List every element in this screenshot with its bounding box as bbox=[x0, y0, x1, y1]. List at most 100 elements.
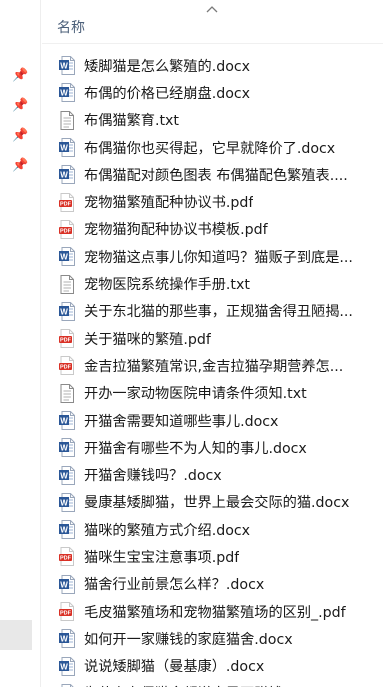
word-document-icon: W bbox=[59, 465, 75, 485]
file-row[interactable]: W 布偶猫你也买得起，它早就降价了.docx bbox=[42, 134, 383, 161]
file-row[interactable]: W 关于东北猫的那些事，正规猫舍得丑陋揭... bbox=[42, 298, 383, 325]
file-row[interactable]: W 开猫舍赚钱吗？.docx bbox=[42, 461, 383, 488]
svg-text:PDF: PDF bbox=[60, 201, 72, 207]
svg-text:W: W bbox=[60, 416, 68, 425]
file-name: 宠物猫这点事儿你知道吗？猫贩子到底是... bbox=[84, 249, 353, 266]
word-document-icon: W bbox=[59, 138, 75, 158]
word-document-icon: W bbox=[59, 411, 75, 430]
pdf-document-icon: PDF bbox=[59, 356, 75, 376]
file-name: 布偶的价格已经崩盘.docx bbox=[84, 85, 251, 102]
svg-text:W: W bbox=[60, 307, 68, 316]
svg-text:PDF: PDF bbox=[60, 365, 72, 371]
scrollbar-thumb[interactable] bbox=[0, 620, 32, 650]
svg-text:W: W bbox=[60, 444, 68, 453]
file-row[interactable]: PDF 金吉拉猫繁殖常识,金吉拉猫孕期营养怎... bbox=[42, 352, 383, 379]
word-document-icon: W bbox=[59, 247, 75, 267]
pin-icon[interactable]: 📌 bbox=[12, 128, 28, 144]
file-name: 猫舍行业前景怎么样？.docx bbox=[84, 577, 265, 594]
svg-text:W: W bbox=[60, 253, 68, 262]
file-name: 布偶猫繁育.txt bbox=[84, 113, 179, 130]
file-name: 曼康基矮脚猫，世界上最会交际的猫.docx bbox=[84, 495, 350, 512]
file-name: 关于猫咪的繁殖.pdf bbox=[84, 331, 211, 348]
word-document-icon: W bbox=[59, 56, 75, 76]
file-row[interactable]: W 开猫舍有哪些不为人知的事儿.docx bbox=[42, 434, 383, 461]
svg-text:PDF: PDF bbox=[60, 338, 72, 344]
word-document-icon: W bbox=[59, 83, 75, 103]
file-name: 金吉拉猫繁殖常识,金吉拉猫孕期营养怎... bbox=[84, 358, 344, 375]
file-row[interactable]: W 说说矮脚猫（曼基康）.docx bbox=[42, 653, 383, 680]
file-name: 宠物医院系统操作手册.txt bbox=[84, 277, 250, 294]
file-row[interactable]: PDF 关于猫咪的繁殖.pdf bbox=[42, 325, 383, 352]
file-name: 开猫舍赚钱吗？.docx bbox=[84, 468, 222, 485]
file-name: 宠物猫狗配种协议书模板.pdf bbox=[84, 222, 268, 239]
pdf-document-icon: PDF bbox=[59, 192, 75, 212]
svg-text:W: W bbox=[60, 525, 68, 534]
file-row[interactable]: 布偶猫繁育.txt bbox=[42, 107, 383, 134]
file-name: 关于东北猫的那些事，正规猫舍得丑陋揭... bbox=[84, 304, 353, 321]
file-row[interactable]: PDF 宠物猫狗配种协议书模板.pdf bbox=[42, 216, 383, 243]
svg-text:W: W bbox=[60, 662, 68, 671]
word-document-icon: W bbox=[59, 629, 75, 649]
file-row[interactable]: W 曼康基矮脚猫，世界上最会交际的猫.docx bbox=[42, 489, 383, 516]
file-name: 开猫舍有哪些不为人知的事儿.docx bbox=[84, 440, 307, 457]
svg-text:W: W bbox=[60, 171, 68, 180]
word-document-icon: W bbox=[59, 574, 75, 594]
svg-text:PDF: PDF bbox=[60, 556, 72, 562]
file-row[interactable]: 开办一家动物医院申请条件须知.txt bbox=[42, 380, 383, 407]
file-name: 猫咪生宝宝注意事项.pdf bbox=[84, 549, 240, 566]
file-name: 如何开一家赚钱的家庭猫舍.docx bbox=[84, 631, 293, 648]
file-row[interactable]: W 猫咪的繁殖方式介绍.docx bbox=[42, 516, 383, 543]
file-name: 布偶猫配对颜色图表 布偶猫配色繁殖表.... bbox=[84, 167, 348, 184]
svg-text:PDF: PDF bbox=[60, 611, 72, 617]
svg-text:W: W bbox=[60, 89, 68, 98]
name-column-header[interactable]: 名称 bbox=[57, 17, 85, 37]
file-row[interactable]: W 如何开一家赚钱的家庭猫舍.docx bbox=[42, 625, 383, 652]
svg-text:W: W bbox=[60, 580, 68, 589]
file-name: 宠物猫繁殖配种协议书.pdf bbox=[84, 195, 254, 212]
text-document-icon bbox=[59, 110, 75, 130]
file-row[interactable]: W为什么布偶猫舍都说自己不赚钱？.docx bbox=[42, 680, 383, 687]
file-row[interactable]: W 矮脚猫是怎么繁殖的.docx bbox=[42, 52, 383, 79]
file-row[interactable]: W 猫舍行业前景怎么样？.docx bbox=[42, 571, 383, 598]
pdf-document-icon: PDF bbox=[59, 219, 75, 239]
pin-icon[interactable]: 📌 bbox=[12, 68, 28, 84]
file-row[interactable]: W 布偶猫配对颜色图表 布偶猫配色繁殖表.... bbox=[42, 161, 383, 188]
word-document-icon: W bbox=[59, 492, 75, 512]
file-name: 矮脚猫是怎么繁殖的.docx bbox=[84, 58, 251, 75]
svg-text:W: W bbox=[60, 143, 68, 152]
text-document-icon bbox=[59, 383, 75, 403]
svg-text:W: W bbox=[60, 635, 68, 644]
file-list: W 矮脚猫是怎么繁殖的.docx W 布偶的价格已经崩盘.docx 布偶猫繁育.txt W… bbox=[42, 52, 383, 687]
column-header: 名称 bbox=[42, 0, 383, 44]
file-row[interactable]: PDF 宠物猫繁殖配种协议书.pdf bbox=[42, 188, 383, 215]
pin-icon[interactable]: 📌 bbox=[12, 98, 28, 114]
file-name: 毛皮猫繁殖场和宠物猫繁殖场的区别_.pdf bbox=[84, 604, 346, 621]
svg-text:W: W bbox=[60, 61, 68, 70]
text-document-icon bbox=[59, 274, 75, 294]
word-document-icon: W bbox=[59, 301, 75, 321]
file-row[interactable]: 宠物医院系统操作手册.txt bbox=[42, 270, 383, 297]
pin-icon[interactable]: 📌 bbox=[12, 158, 28, 174]
file-name: 开猫舍需要知道哪些事儿.docx bbox=[84, 413, 279, 430]
pdf-document-icon: PDF bbox=[59, 602, 75, 622]
file-row[interactable]: PDF 猫咪生宝宝注意事项.pdf bbox=[42, 543, 383, 570]
file-row[interactable]: W 宠物猫这点事儿你知道吗？猫贩子到底是... bbox=[42, 243, 383, 270]
file-row[interactable]: W 开猫舍需要知道哪些事儿.docx bbox=[42, 407, 383, 434]
word-document-icon: W bbox=[59, 438, 75, 458]
file-row[interactable]: PDF 毛皮猫繁殖场和宠物猫繁殖场的区别_.pdf bbox=[42, 598, 383, 625]
chevron-up-icon[interactable] bbox=[205, 4, 219, 16]
quick-access-panel: 📌 📌 📌 📌 bbox=[0, 0, 41, 687]
file-name: 猫咪的繁殖方式介绍.docx bbox=[84, 522, 251, 539]
file-name: 布偶猫你也买得起，它早就降价了.docx bbox=[84, 140, 336, 157]
file-name: 说说矮脚猫（曼基康）.docx bbox=[84, 659, 265, 676]
svg-text:PDF: PDF bbox=[60, 228, 72, 234]
word-document-icon: W bbox=[59, 165, 75, 185]
word-document-icon: W bbox=[59, 656, 75, 676]
pdf-document-icon: PDF bbox=[59, 329, 75, 349]
word-document-icon: W bbox=[59, 520, 75, 540]
file-row[interactable]: W 布偶的价格已经崩盘.docx bbox=[42, 79, 383, 106]
file-name: 开办一家动物医院申请条件须知.txt bbox=[84, 386, 307, 403]
svg-text:W: W bbox=[60, 498, 68, 507]
pdf-document-icon: PDF bbox=[59, 547, 75, 567]
svg-text:W: W bbox=[60, 471, 68, 480]
